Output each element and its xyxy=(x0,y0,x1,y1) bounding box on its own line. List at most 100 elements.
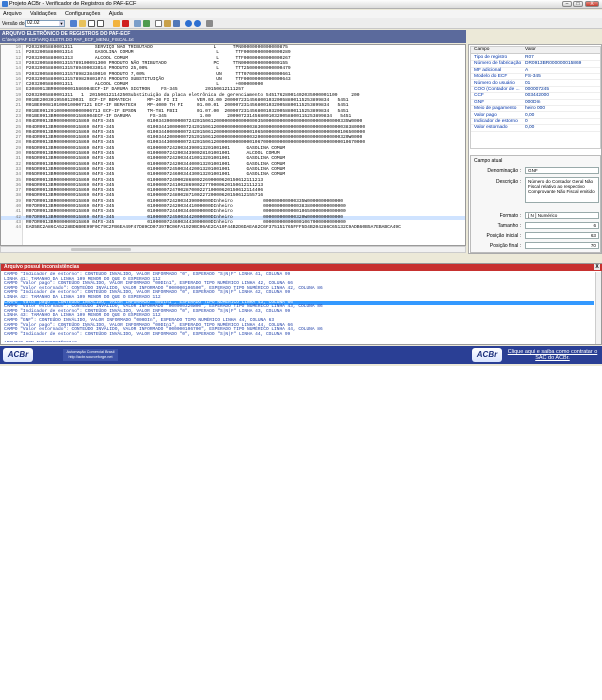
line-text: R04DR0913BR000000015869 04FS-345 0100344… xyxy=(26,124,366,130)
delete-icon[interactable] xyxy=(122,20,129,27)
field-row[interactable]: Número de fabricação DR0913BR000000015869 xyxy=(471,61,600,68)
field-row[interactable]: Modelo do ECF FS-345 xyxy=(471,74,600,81)
tamanho-field[interactable]: 6 xyxy=(525,222,599,229)
field-row[interactable]: Número do usuário 01 xyxy=(471,80,600,87)
line-text: R04DR0913BR000000015869 04FS-345 0100344… xyxy=(26,140,366,146)
editor-horizontal-scrollbar[interactable] xyxy=(0,246,466,253)
line-text: E3080913BR00000001586904ECF-IF DARUMA SI… xyxy=(26,87,244,93)
acbr-site-banner[interactable]: Automação Comercial Brasil http://acbr.s… xyxy=(63,349,118,361)
field-name: CCF xyxy=(474,93,484,99)
errors-title-text: Arquivo possui inconsistências xyxy=(4,264,80,270)
document-icon[interactable] xyxy=(155,20,162,27)
folder-icon[interactable] xyxy=(79,20,86,27)
validate-icon[interactable] xyxy=(113,20,120,27)
line-text: R05DR0913BR000000015869 04FS-345 0100000… xyxy=(26,161,286,167)
sac-link[interactable]: Clique aqui e saiba como contratar o SAC… xyxy=(505,349,600,361)
line-text: R05DR0913BR000000015869 04FS-345 0100000… xyxy=(26,156,286,162)
field-name: Número do usuário xyxy=(474,80,515,86)
sign-icon[interactable] xyxy=(164,20,171,27)
window-title: Projeto ACBr - Verificador de Registros … xyxy=(9,1,137,7)
errors-list[interactable]: CAMPO "Indicador de estorno": CONTEÚDO I… xyxy=(1,272,597,342)
field-inspector: Campo Valor Tipo de registro R07 Número de… xyxy=(468,44,602,254)
line-text: R01BE0912010000000000006713 ECF-IF EPSON… xyxy=(26,108,349,114)
line-text: P2032005880001314 GASOLINA COMUM L TTF00… xyxy=(26,50,291,56)
current-field-title: Campo atual xyxy=(474,158,503,164)
posicao-inicial-label: Posição inicial : xyxy=(486,233,521,239)
line-text: P2032005880001315789490033014 PRODUTO 25… xyxy=(26,66,291,72)
line-text: P2032005880001315789823840010 PRODUTO 7,… xyxy=(26,71,291,77)
acbr-logo-right: ACBr xyxy=(472,348,502,362)
descricao-field[interactable]: Número do Contador Geral Não Fiscal rela… xyxy=(525,177,599,203)
version-select[interactable]: 02.02 ▼ xyxy=(25,20,65,27)
field-value: DR0913BR000000015869 xyxy=(525,61,582,67)
next-icon[interactable] xyxy=(143,20,150,27)
errors-panel: Arquivo possui inconsistências X CAMPO "… xyxy=(0,263,602,345)
field-value: 01 xyxy=(525,80,531,86)
file-path: C:\temp\PAF ECF\ARQ.ELETR.DO PAF_ECF_MEN… xyxy=(2,37,134,42)
posicao-final-label: Posição final : xyxy=(489,243,521,249)
field-name: Valor estornado xyxy=(474,125,508,131)
line-text: D2032005880001311 1 20150612114250Substi… xyxy=(26,92,360,98)
search-icon[interactable] xyxy=(134,20,141,27)
denominacao-label: Denominação : xyxy=(487,168,521,174)
editor-line[interactable]: 44 EAD5BC2A86CA5228BD6B0E99F0C79C2FB6EA49… xyxy=(1,225,465,231)
line-text: R07DR0913BR000000015869 04FS-345 0100000… xyxy=(26,198,344,204)
acbr-logo: ACBr xyxy=(3,348,33,362)
field-name: Modelo do ECF xyxy=(474,74,508,80)
app-icon xyxy=(2,1,8,7)
scrollbar-thumb[interactable] xyxy=(71,248,131,251)
field-row[interactable]: Valor estornado 0,00 xyxy=(471,125,600,132)
menu-validacoes[interactable]: Validações xyxy=(30,10,57,18)
formato-field[interactable]: [ N ] Numérico xyxy=(525,212,599,219)
line-text: R05DR0913BR000000015869 04FS-345 0100000… xyxy=(26,172,286,178)
field-row[interactable]: Meio de pagamento heiro 000 xyxy=(471,106,600,113)
field-value: 000DIn xyxy=(525,99,541,105)
grid-header-field: Campo xyxy=(474,47,490,52)
line-text: R07DR0913BR000000015869 04FS-345 0100000… xyxy=(26,209,346,215)
line-text: R06DR0913BR000000015869 04FS-345 0100000… xyxy=(26,177,264,183)
app-window: Projeto ACBr - Verificador de Registros … xyxy=(0,0,602,366)
posicao-inicial-field[interactable]: 63 xyxy=(525,232,599,239)
field-value: 0,00 xyxy=(525,112,535,118)
record-editor[interactable]: 10 P2032005880001311 SERVIÇO NÃO TRIBUTAD… xyxy=(0,44,466,246)
info-icon[interactable] xyxy=(185,20,192,27)
layout-icon[interactable] xyxy=(97,20,104,27)
footer-banner: ACBr Automação Comercial Brasil http://a… xyxy=(0,346,602,364)
field-values-grid[interactable]: Campo Valor Tipo de registro R07 Número de… xyxy=(470,46,601,149)
field-value: 003442000 xyxy=(525,93,550,99)
errors-panel-title: Arquivo possui inconsistências X xyxy=(1,264,602,271)
open-file-icon[interactable] xyxy=(70,20,77,27)
title-bar[interactable]: Projeto ACBr - Verificador de Registros … xyxy=(0,0,602,9)
posicao-final-field[interactable]: 70 xyxy=(525,242,599,249)
line-number: 44 xyxy=(15,225,21,231)
maximize-button[interactable]: □ xyxy=(573,1,583,7)
menu-ajuda[interactable]: Ajuda xyxy=(109,10,123,18)
grid-header: Campo Valor xyxy=(471,47,600,54)
line-text: R01BE0908101000100007121 ECF-IF BEMATECH… xyxy=(26,103,349,109)
line-text: R06DR0913BR000000015869 04FS-345 0100000… xyxy=(26,193,264,199)
denominacao-field[interactable]: GNF xyxy=(525,167,599,174)
errors-close-button[interactable]: X xyxy=(594,264,600,270)
errors-vertical-scrollbar[interactable] xyxy=(595,272,601,344)
print-icon[interactable] xyxy=(173,20,180,27)
line-text: EAD5BC2A86CA5228BD6B0E99F0C79C2FB6EA49F4… xyxy=(26,225,401,231)
error-item[interactable]: CAMPO "Indicador de estorno": CONTEÚDO I… xyxy=(4,332,594,338)
minimize-button[interactable]: – xyxy=(562,1,572,7)
acbr-url: http://acbr.sourceforge.net xyxy=(68,355,113,359)
window-icon[interactable] xyxy=(88,20,95,27)
field-name: Valor pago xyxy=(474,112,497,118)
exit-icon[interactable] xyxy=(206,20,213,27)
close-button[interactable]: X xyxy=(585,1,599,7)
field-value: A xyxy=(525,67,529,73)
menu-arquivo[interactable]: Arquivo xyxy=(3,10,22,18)
descricao-label: Descrição : xyxy=(495,179,521,185)
menu-configuracoes[interactable]: Configurações xyxy=(65,10,100,18)
field-row[interactable]: CCF 003442000 xyxy=(471,93,600,100)
line-text: R05DR0913BR000000015869 04FS-345 0100000… xyxy=(26,145,286,151)
help-icon[interactable] xyxy=(194,20,201,27)
file-banner: ARQUIVO ELETRÔNICO DE REGISTROS DO PAF-E… xyxy=(0,30,466,43)
field-name: Meio de pagamento xyxy=(474,106,517,112)
field-row[interactable]: Valor pago 0,00 xyxy=(471,112,600,119)
version-select-value: 02.02 xyxy=(27,20,40,26)
chevron-down-icon: ▼ xyxy=(59,21,64,26)
